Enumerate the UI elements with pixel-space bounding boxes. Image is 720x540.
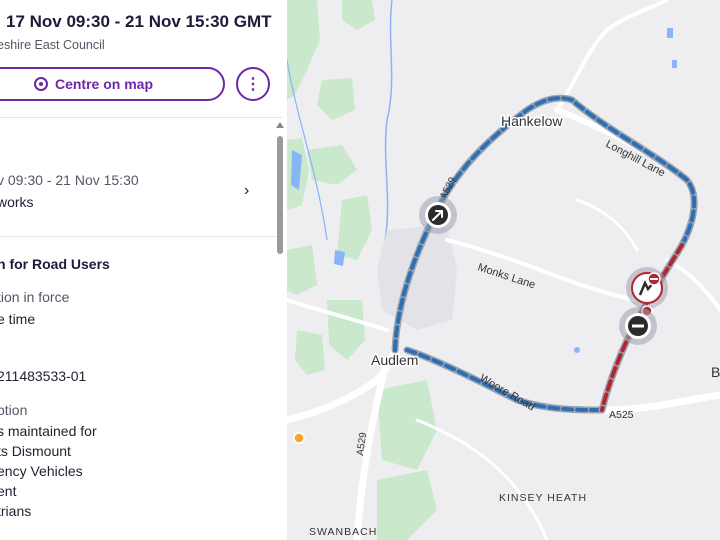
label-swanbach: SWANBACH xyxy=(309,526,377,538)
label-kinsey-heath: KINSEY HEATH xyxy=(499,492,587,504)
centre-on-map-button[interactable]: Centre on map xyxy=(0,67,225,101)
description-line: ency Vehicles xyxy=(0,463,83,479)
description-line: s maintained for xyxy=(0,423,97,439)
centre-on-map-label: Centre on map xyxy=(54,76,153,92)
description-line: trians xyxy=(0,503,32,519)
label-woore-road: Woore Road xyxy=(478,372,537,413)
period-divider xyxy=(0,236,282,237)
description-line: ts Dismount xyxy=(0,443,71,459)
road-closed-marker[interactable] xyxy=(619,307,657,345)
description-line: ent xyxy=(0,483,17,499)
location-pin-icon xyxy=(33,77,48,91)
map-view[interactable]: Hankelow Audlem KINSEY HEATH SWANBACH Lo… xyxy=(287,0,720,540)
incident-details-panel: 17 Nov 09:30 - 21 Nov 15:30 GMT eshire E… xyxy=(0,0,287,540)
label-edge-b: B xyxy=(711,364,720,380)
road-users-heading: n for Road Users xyxy=(0,256,110,272)
map-canvas[interactable]: Hankelow Audlem KINSEY HEATH SWANBACH Lo… xyxy=(287,0,720,540)
scrollbar-thumb[interactable] xyxy=(277,136,283,254)
restriction-label: tion in force xyxy=(0,289,70,305)
chevron-right-icon[interactable]: › xyxy=(244,182,249,200)
authority-name: eshire East Council xyxy=(0,38,105,52)
point-of-interest-marker[interactable] xyxy=(293,432,305,444)
incident-dates: 17 Nov 09:30 - 21 Nov 15:30 GMT xyxy=(6,12,272,31)
reference-number: 211483533-01 xyxy=(0,368,87,384)
period-type: works xyxy=(0,194,34,210)
no-entry-icon xyxy=(632,324,644,328)
town-area xyxy=(377,225,457,330)
more-options-button[interactable]: ⋮ xyxy=(236,67,270,101)
label-a525: A525 xyxy=(609,409,634,421)
label-audlem: Audlem xyxy=(371,352,418,368)
period-dates: v 09:30 - 21 Nov 15:30 xyxy=(0,172,139,188)
diversion-turn-marker[interactable] xyxy=(419,196,457,234)
restriction-value: e time xyxy=(0,311,36,327)
scroll-up-arrow-icon[interactable] xyxy=(276,122,284,128)
panel-scrollbar[interactable] xyxy=(276,122,284,540)
header-divider xyxy=(0,117,282,118)
label-hankelow: Hankelow xyxy=(501,113,563,129)
description-label: ption xyxy=(0,402,28,418)
